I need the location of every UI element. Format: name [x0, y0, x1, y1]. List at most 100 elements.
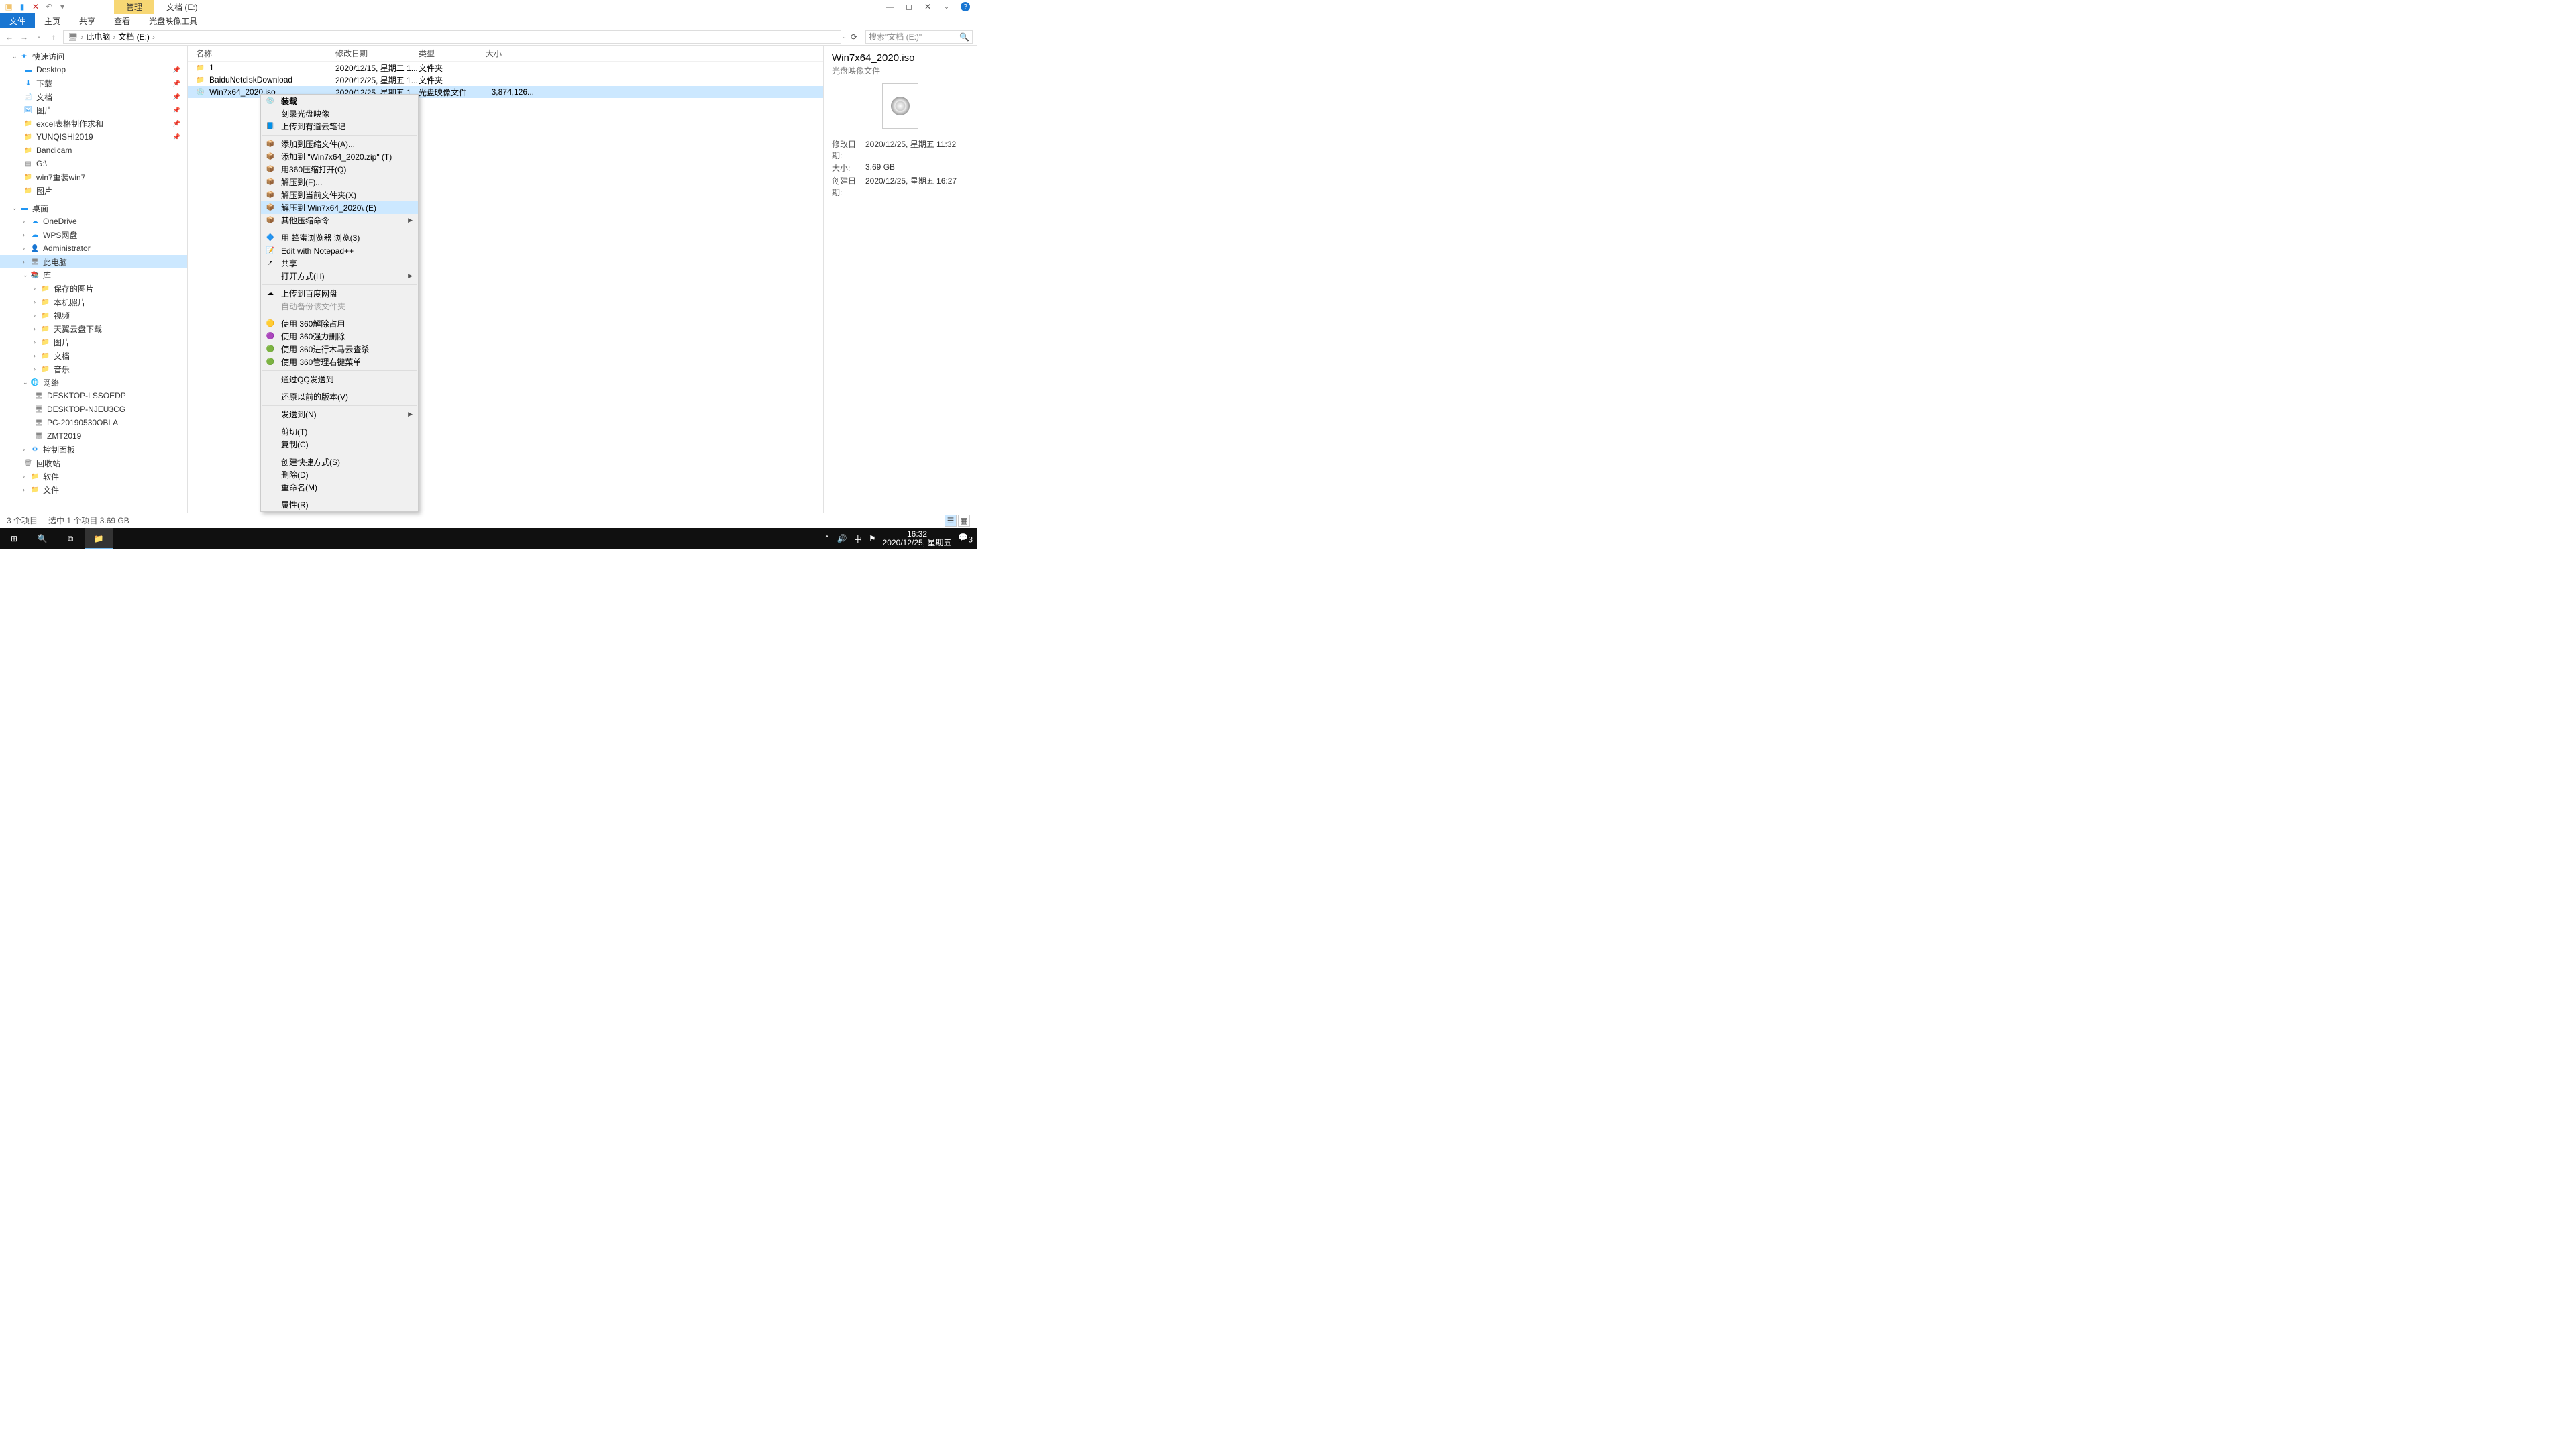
security-icon[interactable]: ⚑ — [869, 534, 876, 543]
tray-chevron-icon[interactable]: ⌃ — [824, 534, 830, 543]
context-menu-item[interactable]: 发送到(N)▶ — [261, 408, 418, 421]
volume-icon[interactable]: 🔊 — [837, 534, 847, 543]
tree-local-pics[interactable]: ›📁本机照片 — [0, 295, 187, 309]
tree-pics3[interactable]: ›📁图片 — [0, 335, 187, 349]
crumb-this-pc[interactable]: 此电脑 — [86, 31, 110, 42]
notification-icon[interactable]: 💬3 — [958, 533, 973, 544]
context-menu-item[interactable]: 复制(C) — [261, 438, 418, 451]
context-menu-item[interactable]: 重命名(M) — [261, 481, 418, 494]
tree-pics2[interactable]: 📁图片 — [0, 184, 187, 197]
delete-icon[interactable]: ✕ — [31, 2, 40, 11]
tree-pc1[interactable]: 🖥DESKTOP-LSSOEDP — [0, 389, 187, 402]
context-menu-item[interactable]: 📦添加到 "Win7x64_2020.zip" (T) — [261, 150, 418, 163]
chevron-right-icon[interactable]: › — [79, 32, 85, 42]
ime-icon[interactable]: 中 — [854, 533, 862, 545]
address-dropdown[interactable]: ⌄ — [841, 33, 847, 40]
tree-tianyi[interactable]: ›📁天翼云盘下载 — [0, 322, 187, 335]
tree-bandicam[interactable]: 📁Bandicam — [0, 144, 187, 157]
context-menu-item[interactable]: 🟡使用 360解除占用 — [261, 317, 418, 330]
context-menu-item[interactable]: 🟢使用 360管理右键菜单 — [261, 356, 418, 368]
save-icon[interactable]: ▮ — [17, 2, 27, 11]
context-menu-item[interactable]: 打开方式(H)▶ — [261, 270, 418, 282]
context-menu-item[interactable]: 📦解压到 Win7x64_2020\ (E) — [261, 201, 418, 214]
breadcrumb[interactable]: 🖥 › 此电脑 › 文档 (E:) › — [63, 30, 841, 44]
tree-recycle[interactable]: 🗑回收站 — [0, 456, 187, 470]
context-menu-item[interactable]: 创建快捷方式(S) — [261, 455, 418, 468]
tab-view[interactable]: 查看 — [105, 13, 140, 28]
qat-dropdown-icon[interactable]: ▾ — [58, 2, 67, 11]
col-name[interactable]: 名称 — [188, 48, 335, 59]
tree-desktop[interactable]: ▬Desktop📌 — [0, 63, 187, 76]
tab-manage[interactable]: 管理 — [114, 0, 154, 14]
up-button[interactable]: ↑ — [48, 32, 59, 42]
context-menu-item[interactable]: 📦用360压缩打开(Q) — [261, 163, 418, 176]
tree-pc3[interactable]: 🖥PC-20190530OBLA — [0, 416, 187, 429]
maximize-button[interactable]: ◻ — [904, 2, 914, 11]
tree-control-panel[interactable]: ›⚙控制面板 — [0, 443, 187, 456]
tab-home[interactable]: 主页 — [35, 13, 70, 28]
tree-this-pc[interactable]: ›🖥此电脑 — [0, 255, 187, 268]
context-menu-item[interactable]: 🟢使用 360进行木马云查杀 — [261, 343, 418, 356]
chevron-down-icon[interactable]: ⌄ — [942, 2, 951, 11]
tree-wps[interactable]: ›☁WPS网盘 — [0, 228, 187, 241]
tree-library[interactable]: ⌄📚库 — [0, 268, 187, 282]
tree-excel[interactable]: 📁excel表格制作求和📌 — [0, 117, 187, 130]
tree-music[interactable]: ›📁音乐 — [0, 362, 187, 376]
help-icon[interactable]: ? — [961, 2, 970, 11]
context-menu-item[interactable]: 📦添加到压缩文件(A)... — [261, 138, 418, 150]
col-size[interactable]: 大小 — [486, 48, 539, 59]
tree-quick-access[interactable]: ⌄★快速访问 — [0, 50, 187, 63]
search-button[interactable]: 🔍 — [28, 528, 56, 549]
history-dropdown[interactable]: ⌄ — [34, 32, 44, 42]
context-menu-item[interactable]: 💿装载 — [261, 95, 418, 107]
context-menu-item[interactable]: 📦解压到当前文件夹(X) — [261, 189, 418, 201]
context-menu-item[interactable]: 📦其他压缩命令▶ — [261, 214, 418, 227]
back-button[interactable]: ← — [4, 32, 15, 42]
tree-software[interactable]: ›📁软件 — [0, 470, 187, 483]
context-menu-item[interactable]: 剪切(T) — [261, 425, 418, 438]
tree-files[interactable]: ›📁文件 — [0, 483, 187, 496]
tree-onedrive[interactable]: ›☁OneDrive — [0, 215, 187, 228]
tree-docs2[interactable]: ›📁文档 — [0, 349, 187, 362]
crumb-doc-e[interactable]: 文档 (E:) — [118, 31, 150, 42]
context-menu-item[interactable]: 📘上传到有道云笔记 — [261, 120, 418, 133]
file-row[interactable]: 📁BaiduNetdiskDownload 2020/12/25, 星期五 1.… — [188, 74, 823, 86]
tree-downloads[interactable]: ⬇下载📌 — [0, 76, 187, 90]
tab-iso-tools[interactable]: 光盘映像工具 — [140, 13, 207, 28]
col-type[interactable]: 类型 — [419, 48, 486, 59]
tab-file[interactable]: 文件 — [0, 13, 35, 28]
tree-desktopcn[interactable]: ⌄▬桌面 — [0, 201, 187, 215]
tree-pc4[interactable]: 🖥ZMT2019 — [0, 429, 187, 443]
tree-win7[interactable]: 📁win7重装win7 — [0, 170, 187, 184]
context-menu-item[interactable]: 通过QQ发送到 — [261, 373, 418, 386]
context-menu-item[interactable]: 📦解压到(F)... — [261, 176, 418, 189]
chevron-right-icon[interactable]: › — [151, 32, 156, 42]
context-menu-item[interactable]: ↗共享 — [261, 257, 418, 270]
tree-documents[interactable]: 📄文档📌 — [0, 90, 187, 103]
tree-admin[interactable]: ›👤Administrator — [0, 241, 187, 255]
tree-network[interactable]: ⌄🌐网络 — [0, 376, 187, 389]
context-menu-item[interactable]: 还原以前的版本(V) — [261, 390, 418, 403]
context-menu-item[interactable]: 刻录光盘映像 — [261, 107, 418, 120]
search-input[interactable]: 搜索"文档 (E:)" 🔍 — [865, 30, 973, 44]
refresh-button[interactable]: ⟳ — [851, 32, 861, 42]
tree-pictures[interactable]: 🖼图片📌 — [0, 103, 187, 117]
tree-saved-pics[interactable]: ›📁保存的图片 — [0, 282, 187, 295]
context-menu-item[interactable]: 删除(D) — [261, 468, 418, 481]
undo-icon[interactable]: ↶ — [44, 2, 54, 11]
view-details-button[interactable]: ☰ — [945, 515, 957, 527]
context-menu-item[interactable]: 🔷用 蜂蜜浏览器 浏览(3) — [261, 231, 418, 244]
close-button[interactable]: ✕ — [923, 2, 932, 11]
tree-pc2[interactable]: 🖥DESKTOP-NJEU3CG — [0, 402, 187, 416]
clock[interactable]: 16:32 2020/12/25, 星期五 — [883, 530, 952, 547]
chevron-right-icon[interactable]: › — [111, 32, 117, 42]
tree-gdrive[interactable]: ▤G:\ — [0, 157, 187, 170]
tree-video[interactable]: ›📁视频 — [0, 309, 187, 322]
tree-yunqi[interactable]: 📁YUNQISHI2019📌 — [0, 130, 187, 144]
minimize-button[interactable]: — — [885, 2, 895, 11]
file-row[interactable]: 📁1 2020/12/15, 星期二 1... 文件夹 — [188, 62, 823, 74]
task-view-button[interactable]: ⧉ — [56, 528, 85, 549]
view-icons-button[interactable]: ▦ — [958, 515, 970, 527]
start-button[interactable]: ⊞ — [0, 528, 28, 549]
tab-share[interactable]: 共享 — [70, 13, 105, 28]
